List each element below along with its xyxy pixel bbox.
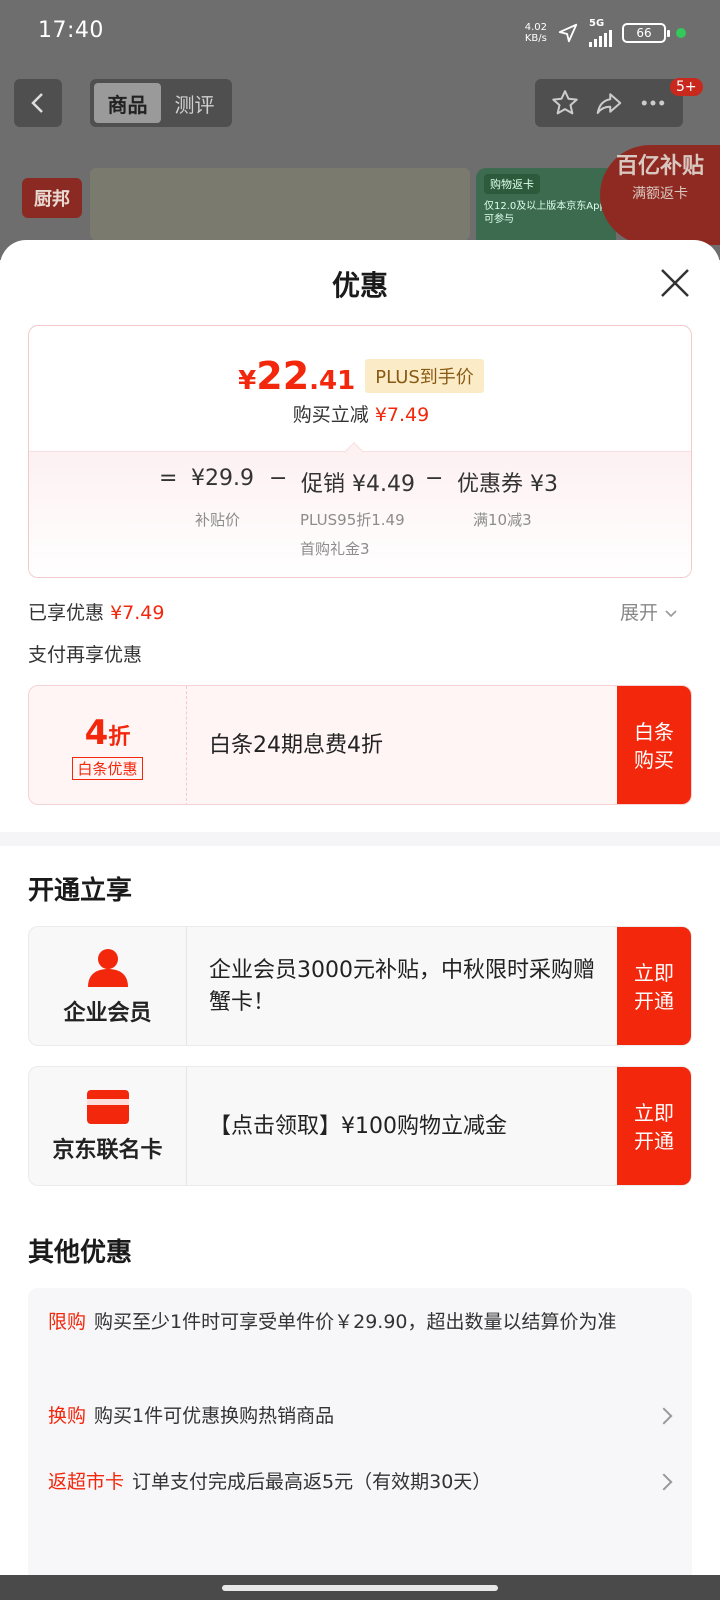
tab-product[interactable]: 商品 [94,83,161,123]
status-time: 17:40 [38,18,104,43]
close-icon[interactable] [658,266,692,300]
discount-sheet: 优惠 ¥22.41 PLUS到手价 购买立减 ¥7.49 = ¥29.9 − 促… [0,240,720,1575]
more-icon[interactable] [638,88,668,118]
baitiao-buy-button[interactable]: 白条购买 [617,686,691,804]
product-banner-image [90,168,470,240]
enjoyed-discount: 已享优惠 ¥7.49 [28,602,165,624]
pay-more-label: 支付再享优惠 [28,644,143,666]
list-item: 限购 购买至少1件时可享受单件价￥29.90，超出数量以结算价为准 [48,1311,617,1333]
final-price-row: ¥22.41 PLUS到手价 [29,354,691,399]
enterprise-label: 企业会员 [63,1001,152,1026]
sheet-title: 优惠 [331,269,388,302]
baitiao-offer-card[interactable]: 4折 白条优惠 白条24期息费4折 白条购买 [28,685,692,805]
other-offers-list: 限购 购买至少1件时可享受单件价￥29.90，超出数量以结算价为准 换购 购买1件可… [28,1288,692,1575]
price-breakdown-card: ¥22.41 PLUS到手价 购买立减 ¥7.49 = ¥29.9 − 促销 ¥… [28,325,692,578]
status-bar: 17:40 4.02 KB/s 5G 66 [0,0,720,62]
status-icons: 4.02 KB/s 5G 66 [525,18,686,47]
promo-amount: 促销 ¥4.49 [301,472,415,497]
others-section-title: 其他优惠 [28,1238,133,1268]
baitiao-text: 白条24期息费4折 [209,733,383,758]
subsidy-badge: 百亿补贴 满额返卡 [600,145,720,245]
jd-card-label: 京东联名卡 [52,1138,163,1163]
net-speed: 4.02 KB/s [524,21,547,44]
back-button[interactable] [14,79,62,127]
user-icon [87,949,128,987]
signal-bars-icon [589,29,612,47]
subsidy-label: 补贴价 [195,511,241,529]
credit-card-icon [86,1090,129,1124]
chevron-down-icon [665,610,677,618]
star-icon[interactable] [550,88,580,118]
instant-discount: 购买立减 ¥7.49 [292,404,430,426]
shopping-card-banner: 购物返卡 仅12.0及以上版本京东App可参与 [476,168,616,240]
location-arrow-icon [558,23,578,42]
baitiao-discount: 4折 [84,712,131,753]
promo-detail-2: 首购礼金3 [300,540,370,558]
enterprise-text: 企业会员3000元补贴，中秋限时采购赠蟹卡！ [209,958,595,1015]
baitiao-tag: 白条优惠 [72,756,143,780]
share-icon[interactable] [594,88,624,118]
subsidy-price: ¥29.9 [191,466,254,491]
open-section-title: 开通立享 [28,876,133,906]
chevron-left-icon [31,93,43,113]
nav-actions [535,79,683,127]
final-price: ¥22.41 [238,354,356,398]
list-item[interactable]: 换购 购买1件可优惠换购热销商品 [48,1402,668,1430]
jd-card-open-button[interactable]: 立即开通 [617,1067,691,1185]
jd-card-text: 【点击领取】¥100购物立减金 [209,1114,507,1139]
jd-card-offer[interactable]: 京东联名卡 【点击领取】¥100购物立减金 立即开通 [28,1066,692,1186]
coupon-detail: 满10减3 [473,511,532,529]
enterprise-open-button[interactable]: 立即开通 [617,927,691,1045]
plus-price-tag: PLUS到手价 [365,359,484,393]
section-divider [0,832,720,846]
nav-tabs: 商品 测评 [90,79,232,127]
message-badge: 5+ [670,78,703,96]
privacy-indicator-icon [676,27,686,38]
tab-review[interactable]: 测评 [161,83,228,123]
battery-icon: 66 [622,22,670,43]
price-calculation: = ¥29.9 − 促销 ¥4.49 − 优惠券 ¥3 [159,466,558,497]
cell-signal: 5G [589,18,612,47]
coupon-amount: 优惠券 ¥3 [457,472,558,497]
enterprise-member-card[interactable]: 企业会员 企业会员3000元补贴，中秋限时采购赠蟹卡！ 立即开通 [28,926,692,1046]
home-indicator[interactable] [222,1585,498,1591]
list-item[interactable]: 返超市卡 订单支付完成后最高返5元（有效期30天） [48,1468,668,1496]
gesture-bar [0,1575,720,1600]
expand-button[interactable]: 展开 [620,598,678,625]
promo-detail: PLUS95折1.49 [300,511,405,529]
brand-logo: 厨邦 [22,178,82,218]
